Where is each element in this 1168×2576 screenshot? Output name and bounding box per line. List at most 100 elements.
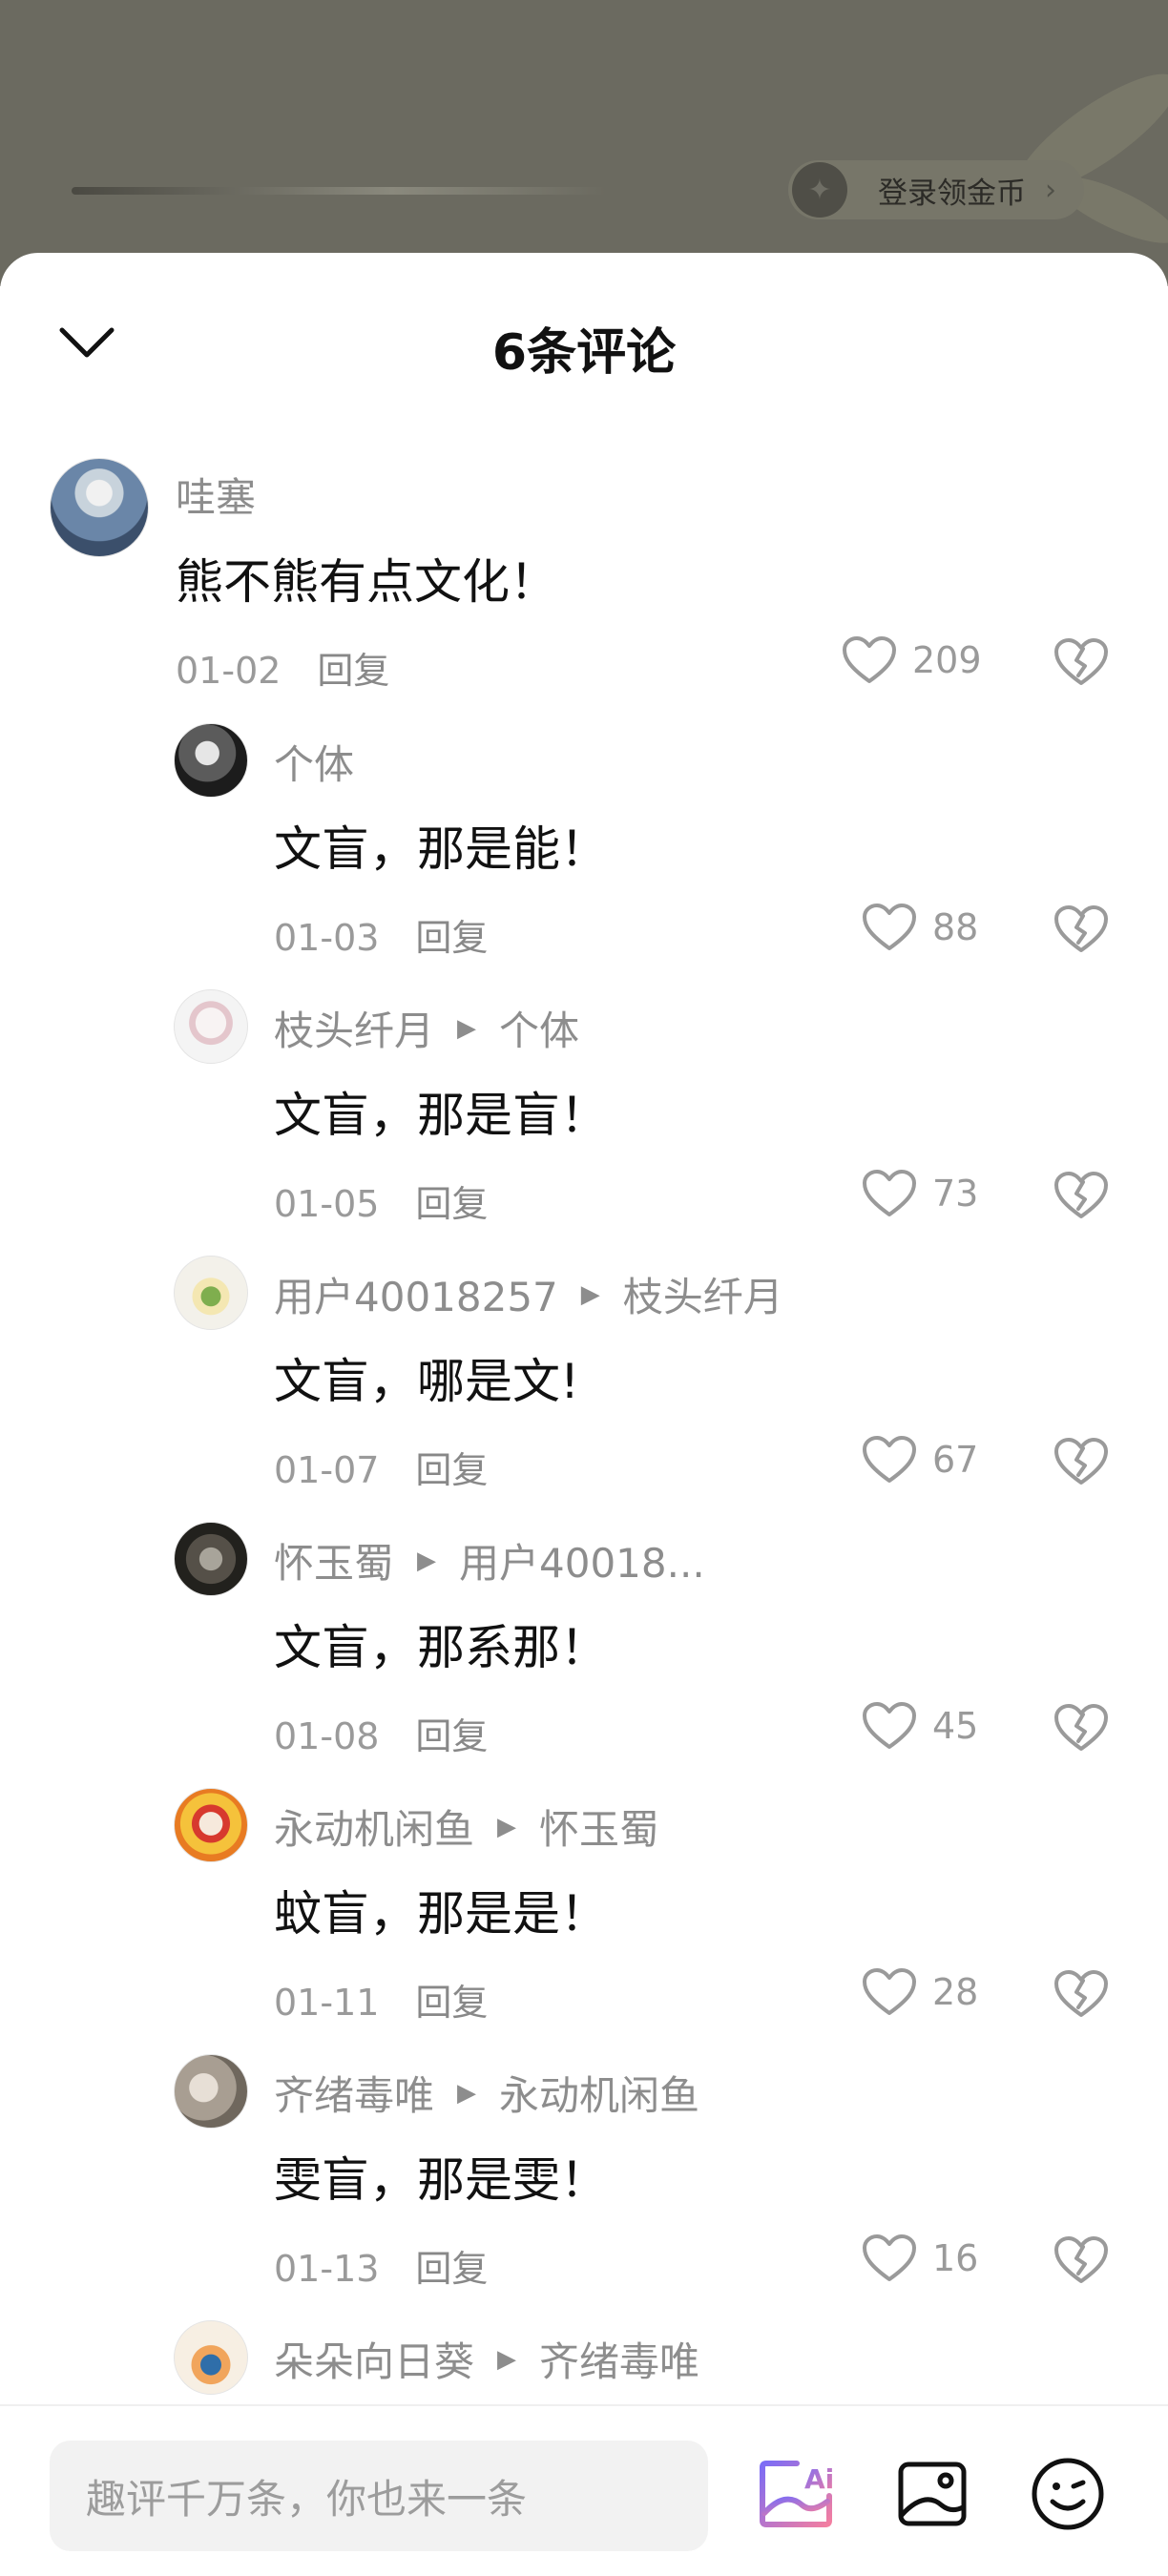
comment-date: 01-13 xyxy=(274,2248,380,2290)
broken-heart-icon xyxy=(1054,905,1108,952)
comment-text: 蚊盲，那是是！ xyxy=(274,1886,608,1942)
comment-date: 01-03 xyxy=(274,917,380,959)
image-button[interactable] xyxy=(892,2454,972,2534)
like-button[interactable]: 88 xyxy=(862,903,978,952)
broken-heart-icon xyxy=(1054,1704,1108,1751)
ai-icon: Ai xyxy=(760,2461,834,2527)
comment-input[interactable]: 趣评千万条，你也来一条 xyxy=(50,2441,708,2551)
reply-target-username[interactable]: 怀玉蜀 xyxy=(539,1797,659,1856)
like-button[interactable]: 45 xyxy=(862,1701,978,1751)
comment-text: 文盲，哪是文! xyxy=(274,1354,580,1409)
like-count: 45 xyxy=(932,1705,979,1747)
comment-username[interactable]: 个体 xyxy=(274,733,354,791)
comment-input-bar: 趣评千万条，你也来一条 Ai xyxy=(0,2404,1168,2576)
reply-arrow-icon: ▶ xyxy=(497,2344,517,2374)
like-count: 209 xyxy=(912,639,982,681)
dislike-button[interactable] xyxy=(1053,1171,1109,1224)
like-count: 88 xyxy=(932,906,979,948)
comment-date: 01-02 xyxy=(176,650,282,692)
comment-username[interactable]: 用户40018257 xyxy=(274,1265,558,1323)
like-count: 73 xyxy=(932,1173,979,1215)
dislike-button[interactable] xyxy=(1053,1969,1109,2023)
comment-meta: 01-03 回复 xyxy=(274,908,488,961)
dislike-button[interactable] xyxy=(1053,904,1109,958)
comment-meta: 01-11 回复 xyxy=(274,1973,488,2025)
avatar[interactable] xyxy=(174,1522,248,1596)
like-button[interactable]: 73 xyxy=(862,1169,978,1218)
comment-text: 文盲，那系那！ xyxy=(274,1620,608,1675)
reply-button[interactable]: 回复 xyxy=(415,1982,488,2024)
reply-button[interactable]: 回复 xyxy=(415,1715,488,1757)
comment-username[interactable]: 朵朵向日葵 xyxy=(274,2330,474,2388)
like-count: 67 xyxy=(932,1439,979,1481)
like-button[interactable]: 28 xyxy=(862,1967,978,2017)
like-count: 16 xyxy=(932,2237,979,2279)
reply-target-username[interactable]: 齐绪毒唯 xyxy=(539,2330,699,2388)
comment-username-row: 朵朵向日葵 ▶ 齐绪毒唯 xyxy=(274,2330,699,2388)
reply-button[interactable]: 回复 xyxy=(317,650,389,692)
avatar[interactable] xyxy=(174,2054,248,2129)
dislike-button[interactable] xyxy=(1053,2235,1109,2289)
comment-username-row: 枝头纤月 ▶ 个体 xyxy=(274,999,579,1057)
dislike-button[interactable] xyxy=(1053,637,1109,691)
broken-heart-icon xyxy=(1054,1970,1108,2017)
dislike-button[interactable] xyxy=(1053,1437,1109,1490)
reply-button[interactable]: 回复 xyxy=(415,2248,488,2290)
dislike-button[interactable] xyxy=(1053,1703,1109,1756)
reply-arrow-icon: ▶ xyxy=(457,2078,477,2108)
comments-layer: 哇塞 熊不熊有点文化！ 01-02 回复 209 个体 文盲，那是能！ 01-03 回复 88 枝头… xyxy=(0,0,1168,2404)
svg-text:Ai: Ai xyxy=(804,2463,834,2495)
comment-username-row: 永动机闲鱼 ▶ 怀玉蜀 xyxy=(274,1797,659,1856)
heart-icon xyxy=(863,1170,916,1216)
comment-username[interactable]: 哇塞 xyxy=(176,466,256,524)
ai-button[interactable]: Ai xyxy=(757,2454,837,2534)
like-button[interactable]: 16 xyxy=(862,2233,978,2283)
broken-heart-icon xyxy=(1054,1438,1108,1485)
avatar[interactable] xyxy=(174,1256,248,1330)
heart-icon xyxy=(863,904,916,950)
like-button[interactable]: 209 xyxy=(842,635,982,685)
comment-text: 文盲，那是盲！ xyxy=(274,1088,608,1143)
comment-text: 熊不熊有点文化！ xyxy=(176,554,557,610)
reply-button[interactable]: 回复 xyxy=(415,1449,488,1491)
comment-meta: 01-13 回复 xyxy=(274,2239,488,2292)
like-count: 28 xyxy=(932,1971,979,2013)
comment-username[interactable]: 齐绪毒唯 xyxy=(274,2064,434,2122)
avatar[interactable] xyxy=(174,989,248,1064)
heart-icon xyxy=(863,1436,916,1483)
comment-input-placeholder: 趣评千万条，你也来一条 xyxy=(86,2475,528,2523)
broken-heart-icon xyxy=(1054,1172,1108,1218)
comment-text: 雯盲，那是雯！ xyxy=(274,2152,608,2208)
comment-meta: 01-08 回复 xyxy=(274,1707,488,1759)
reply-arrow-icon: ▶ xyxy=(457,1013,477,1043)
comment-username-row: 怀玉蜀 ▶ 用户40018... xyxy=(274,1531,705,1589)
heart-icon xyxy=(863,2234,916,2281)
reply-target-username[interactable]: 用户40018... xyxy=(459,1531,705,1589)
comment-date: 01-08 xyxy=(274,1715,380,1757)
comment-username-row: 个体 xyxy=(274,733,354,791)
reply-arrow-icon: ▶ xyxy=(417,1546,437,1575)
avatar[interactable] xyxy=(174,2320,248,2395)
avatar[interactable] xyxy=(174,723,248,798)
broken-heart-icon xyxy=(1054,2236,1108,2283)
reply-target-username[interactable]: 永动机闲鱼 xyxy=(499,2064,699,2122)
emoji-icon xyxy=(1032,2458,1104,2530)
avatar[interactable] xyxy=(174,1788,248,1862)
comment-username[interactable]: 永动机闲鱼 xyxy=(274,1797,474,1856)
comment-username[interactable]: 枝头纤月 xyxy=(274,999,434,1057)
comment-date: 01-05 xyxy=(274,1183,380,1225)
reply-button[interactable]: 回复 xyxy=(415,1183,488,1225)
comment-username[interactable]: 怀玉蜀 xyxy=(274,1531,394,1589)
comment-meta: 01-07 回复 xyxy=(274,1441,488,1493)
reply-target-username[interactable]: 个体 xyxy=(499,999,579,1057)
like-button[interactable]: 67 xyxy=(862,1435,978,1485)
reply-button[interactable]: 回复 xyxy=(415,917,488,959)
comment-meta: 01-05 回复 xyxy=(274,1174,488,1227)
heart-icon xyxy=(843,636,896,683)
emoji-button[interactable] xyxy=(1028,2454,1108,2534)
heart-icon xyxy=(863,1702,916,1749)
comment-username-row: 用户40018257 ▶ 枝头纤月 xyxy=(274,1265,783,1323)
reply-target-username[interactable]: 枝头纤月 xyxy=(623,1265,783,1323)
image-icon xyxy=(898,2462,967,2526)
avatar[interactable] xyxy=(50,458,149,557)
